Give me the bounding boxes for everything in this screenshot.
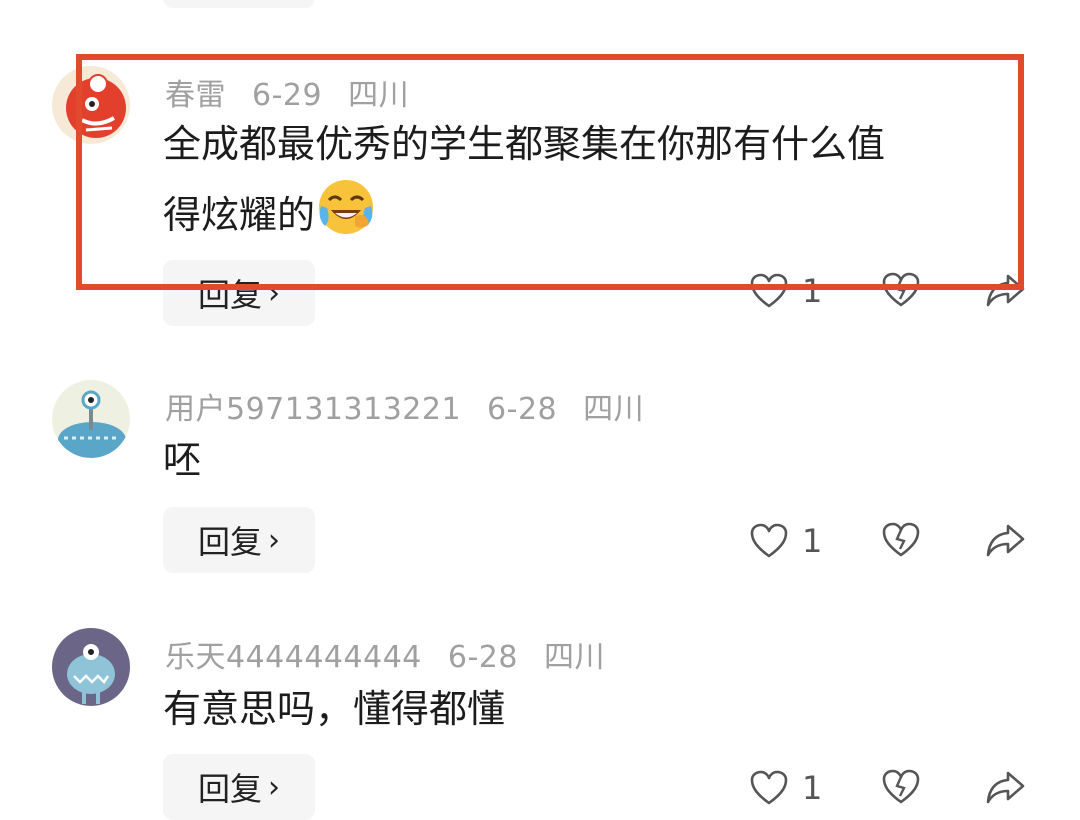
comment-text-fragment: 得炫耀的: [163, 193, 316, 237]
like-button[interactable]: 1: [750, 272, 822, 310]
avatar-blue-alien-icon: [52, 380, 130, 458]
dislike-button[interactable]: [882, 272, 920, 308]
heart-outline-icon: [750, 523, 788, 558]
share-button[interactable]: [986, 272, 1026, 308]
chevron-right-icon: ›: [268, 275, 280, 311]
broken-heart-icon: [882, 769, 920, 804]
avatar[interactable]: [52, 380, 130, 458]
comment-location: 四川: [583, 392, 645, 427]
dislike-button[interactable]: [882, 522, 920, 558]
avatar-purple-monster-icon: [52, 628, 130, 706]
share-button[interactable]: [986, 769, 1026, 805]
chevron-right-icon: ›: [268, 769, 280, 805]
comment-text-line: 全成都最优秀的学生都聚集在你那有什么值: [163, 122, 886, 166]
reply-label: 回复: [197, 276, 262, 314]
comment-meta: 乐天4444444444 6-28 四川: [165, 632, 631, 676]
broken-heart-icon: [882, 272, 920, 307]
share-arrow-icon: [986, 524, 1025, 557]
comment-meta: 用户597131313221 6-28 四川: [165, 384, 670, 428]
share-button[interactable]: [986, 522, 1026, 558]
reply-label: 回复: [197, 523, 262, 561]
laughing-crying-emoji-icon: [315, 176, 377, 238]
comment-location: 四川: [348, 78, 410, 113]
avatar-red-mascot-icon: [52, 66, 130, 144]
comment-text: 有意思吗，懂得都懂: [163, 687, 506, 731]
comment-date: 6-28: [447, 640, 518, 675]
share-arrow-icon: [986, 771, 1025, 804]
avatar[interactable]: [52, 66, 130, 144]
comment-date: 6-28: [487, 392, 558, 427]
heart-outline-icon: [750, 273, 788, 308]
like-count: 1: [802, 272, 823, 310]
comment-date: 6-29: [252, 78, 323, 113]
reply-label: 回复: [197, 770, 262, 808]
chevron-right-icon: ›: [268, 522, 280, 558]
share-arrow-icon: [986, 274, 1025, 307]
reply-button[interactable]: 回复 ›: [163, 507, 315, 573]
username[interactable]: 用户597131313221: [165, 392, 461, 427]
username[interactable]: 乐天4444444444: [165, 640, 422, 675]
username[interactable]: 春雷: [165, 78, 226, 113]
previous-reply-button-partial[interactable]: [163, 0, 315, 8]
avatar[interactable]: [52, 628, 130, 706]
like-count: 1: [802, 769, 823, 807]
like-button[interactable]: 1: [750, 522, 822, 560]
like-button[interactable]: 1: [750, 769, 822, 807]
heart-outline-icon: [750, 770, 788, 805]
dislike-button[interactable]: [882, 769, 920, 805]
comment-meta: 春雷 6-29 四川: [165, 70, 435, 114]
broken-heart-icon: [882, 522, 920, 557]
comment-text: 全成都最优秀的学生都聚集在你那有什么值 得炫耀的: [163, 112, 1013, 247]
comment-text-line-2: 得炫耀的: [163, 176, 1013, 247]
comment-text: 呸: [163, 438, 202, 482]
comment-location: 四川: [543, 640, 605, 675]
reply-button[interactable]: 回复 ›: [163, 260, 315, 326]
reply-button[interactable]: 回复 ›: [163, 754, 315, 820]
like-count: 1: [802, 522, 823, 560]
